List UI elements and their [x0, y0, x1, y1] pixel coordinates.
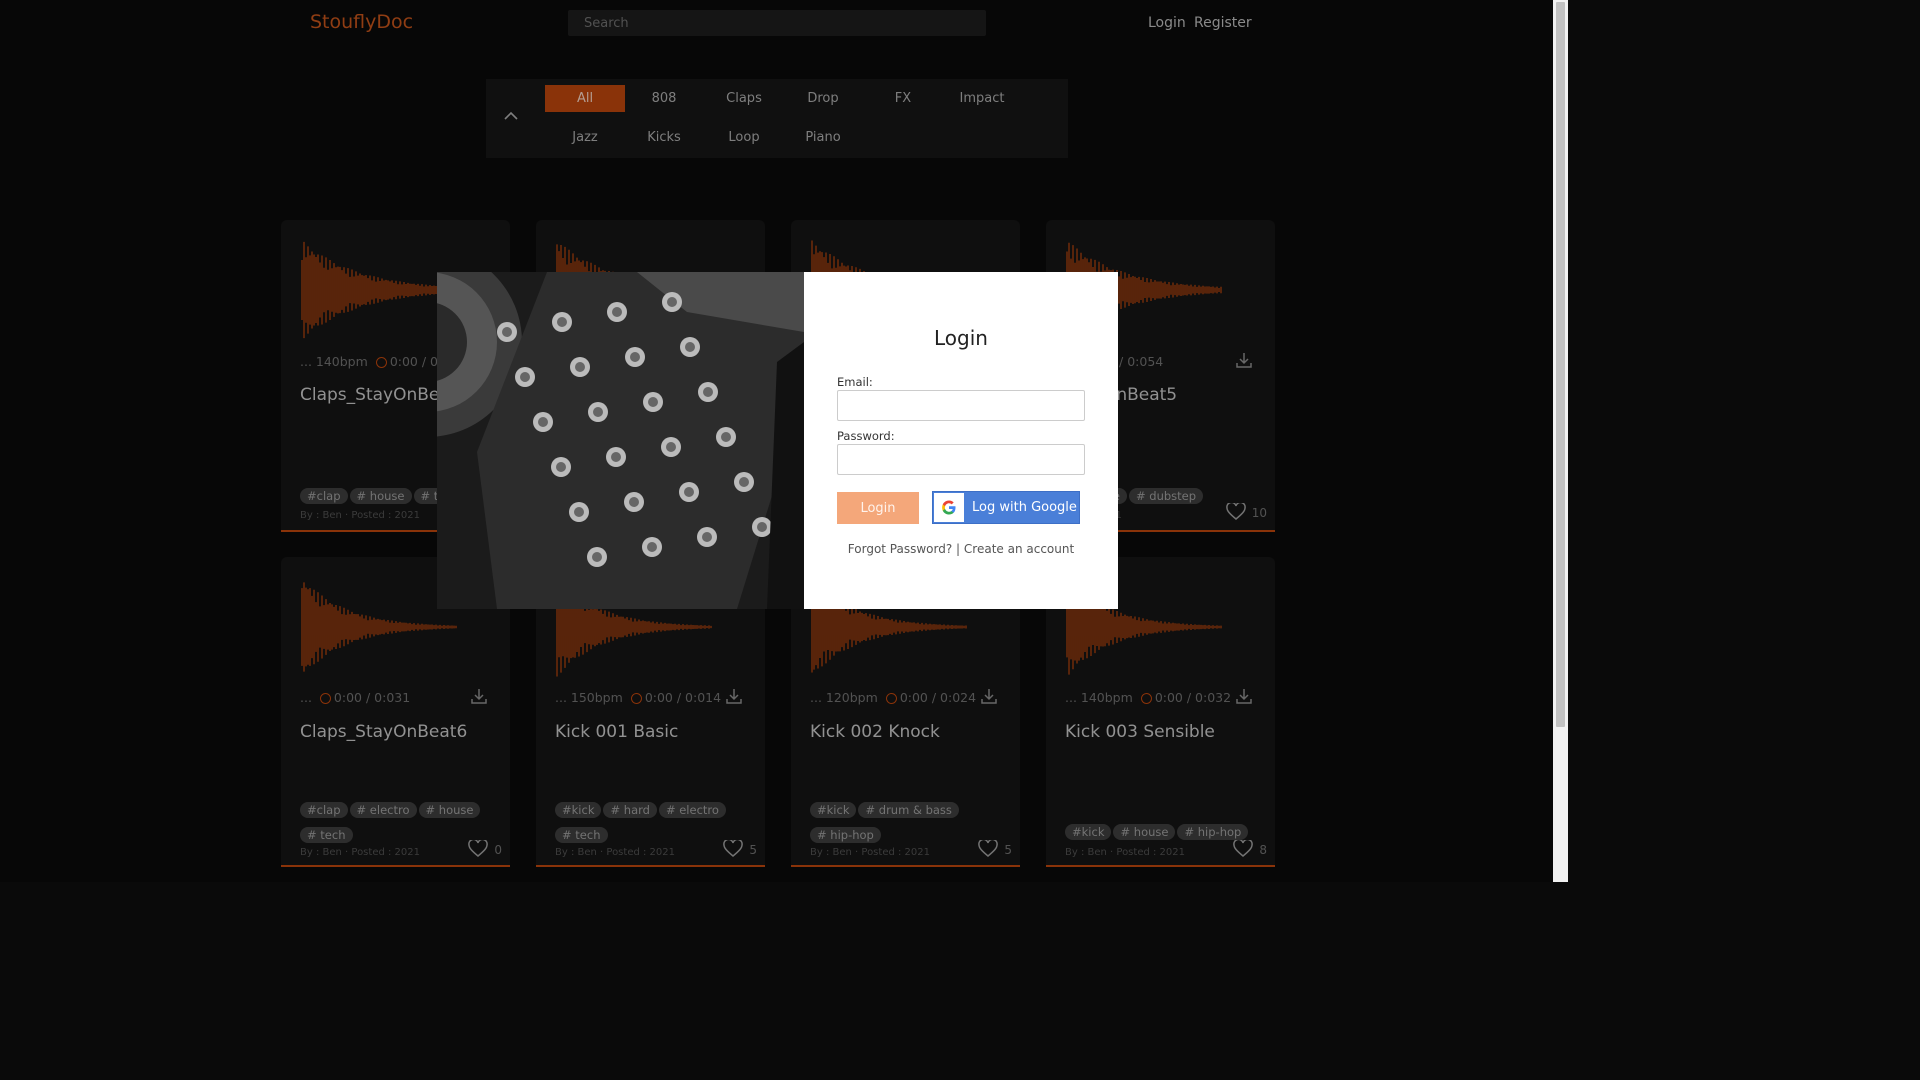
email-field[interactable]: [837, 390, 1085, 421]
account-links: Forgot Password? | Create an account: [804, 542, 1118, 556]
password-label: Password:: [837, 429, 895, 443]
google-icon: [934, 493, 964, 522]
create-account-link[interactable]: Create an account: [964, 542, 1074, 556]
password-field[interactable]: [837, 444, 1085, 475]
modal-title: Login: [934, 326, 988, 350]
login-form: Login Email: Password: Login Log with Go…: [804, 272, 1118, 609]
google-login-button[interactable]: Log with Google: [932, 491, 1080, 524]
page-scrollbar[interactable]: [1553, 0, 1568, 882]
login-modal: Login Email: Password: Login Log with Go…: [437, 272, 1118, 609]
dj-mixer-image: [437, 272, 804, 609]
login-button[interactable]: Login: [837, 492, 919, 524]
email-label: Email:: [837, 375, 873, 389]
forgot-password-link[interactable]: Forgot Password?: [848, 542, 952, 556]
google-button-label: Log with Google: [972, 500, 1077, 515]
links-separator: |: [956, 542, 961, 556]
scrollbar-thumb[interactable]: [1556, 2, 1565, 727]
